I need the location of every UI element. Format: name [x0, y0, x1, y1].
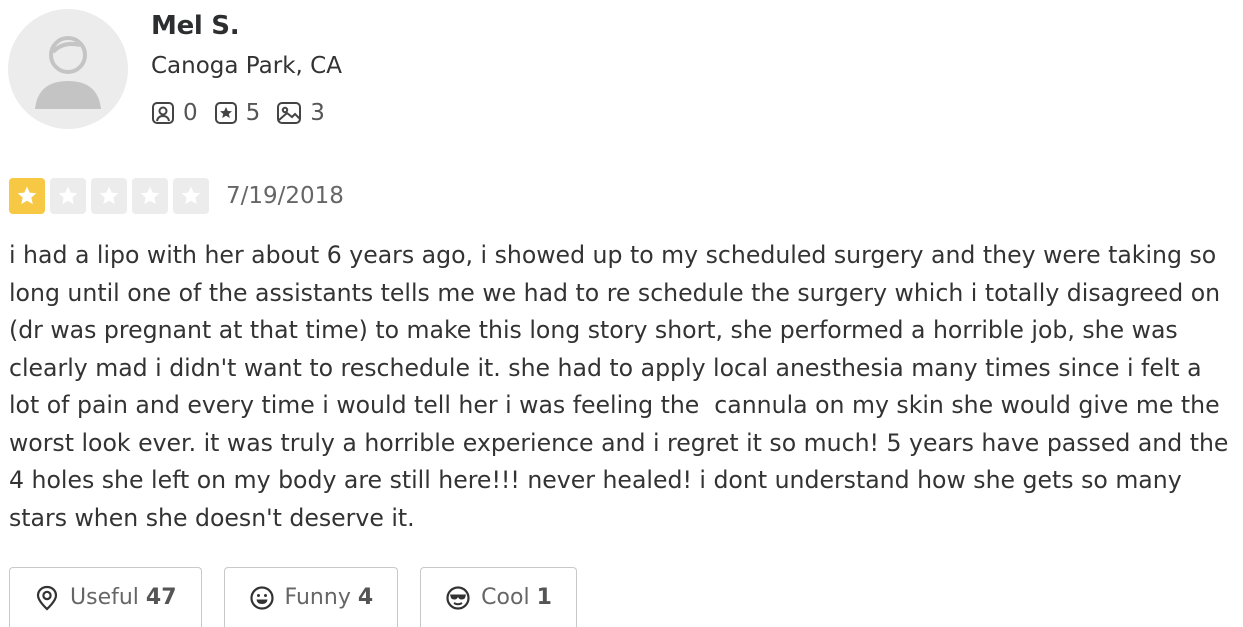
friends-icon — [152, 102, 174, 124]
star-empty — [132, 178, 168, 214]
sunglasses-icon — [446, 585, 470, 610]
cool-count: 1 — [536, 585, 552, 610]
useful-count: 47 — [145, 585, 177, 610]
photo-icon — [277, 102, 302, 124]
reviews-count: 5 — [245, 100, 261, 126]
star-icon — [140, 186, 160, 205]
star-empty — [173, 178, 209, 214]
cool-label: Cool — [481, 585, 530, 610]
user-name[interactable]: Mel S. — [151, 11, 240, 41]
useful-label: Useful — [70, 585, 139, 610]
smile-icon — [249, 585, 274, 610]
avatar[interactable] — [8, 9, 128, 129]
star-icon — [99, 186, 119, 205]
star-icon — [58, 186, 78, 205]
funny-count: 4 — [357, 585, 374, 610]
photos-count: 3 — [310, 100, 325, 126]
user-location: Canoga Park, CA — [151, 53, 342, 79]
star-rating: 7/19/2018 — [9, 178, 344, 214]
friends-count: 0 — [183, 100, 198, 126]
star-icon — [17, 186, 37, 205]
review-text: i had a lipo with her about 6 years ago,… — [9, 241, 1236, 532]
default-user-avatar-icon — [35, 36, 101, 109]
reaction-buttons: Useful 47 Funny 4 Cool 1 — [9, 567, 599, 627]
star-icon — [181, 186, 201, 205]
user-stats: 0 5 3 — [151, 98, 341, 128]
cool-button[interactable]: Cool 1 — [420, 567, 577, 627]
review-date: 7/19/2018 — [226, 183, 344, 209]
photos-stat: 3 — [276, 100, 325, 126]
star-empty — [50, 178, 86, 214]
reviews-stat: 5 — [214, 100, 261, 126]
funny-button[interactable]: Funny 4 — [223, 567, 399, 627]
friends-stat: 0 — [151, 100, 198, 126]
review-star-icon — [214, 102, 237, 124]
lightbulb-icon — [36, 585, 58, 610]
useful-button[interactable]: Useful 47 — [9, 567, 202, 627]
star-filled — [9, 178, 45, 214]
star-empty — [91, 178, 127, 214]
funny-label: Funny — [284, 585, 351, 610]
